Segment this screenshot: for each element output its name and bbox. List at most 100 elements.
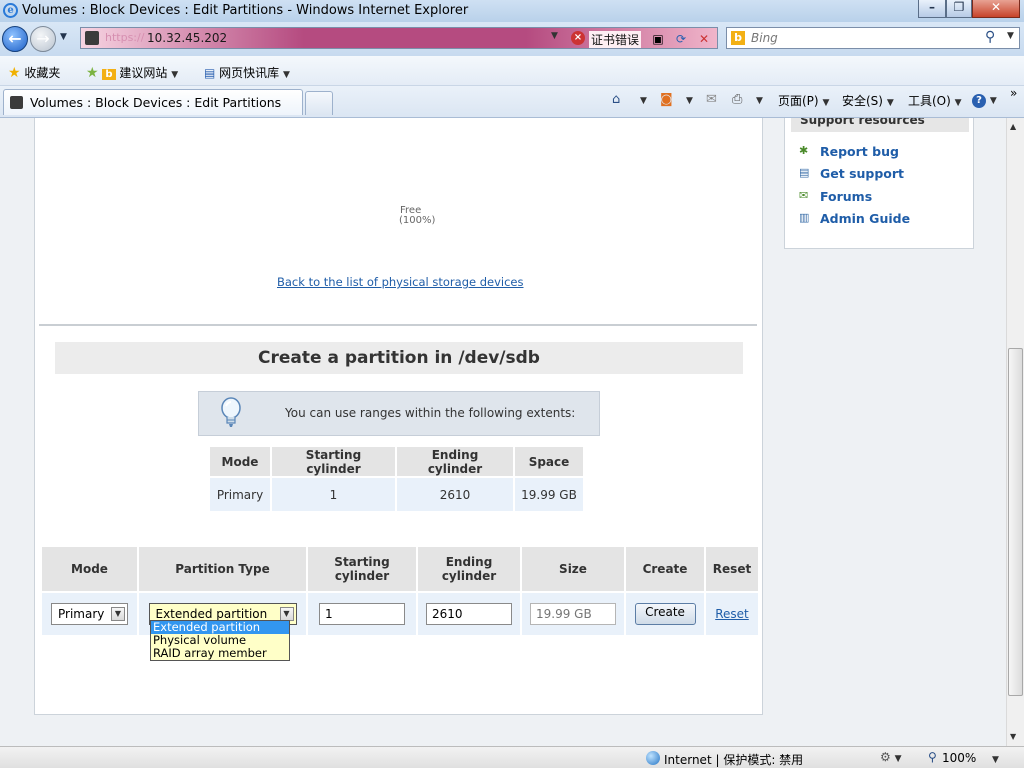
suggested-sites-label: 建议网站 bbox=[119, 66, 168, 80]
address-bar[interactable]: https:// 10.32.45.202 ▼ × 证书错误 ▣ ⟳ ✕ bbox=[80, 27, 718, 49]
add-favorite-icon: ★ bbox=[86, 65, 99, 81]
zoom-dropdown[interactable]: ▼ bbox=[992, 751, 999, 765]
close-window-button[interactable]: ✕ bbox=[972, 0, 1020, 18]
size-input[interactable] bbox=[530, 603, 616, 625]
partition-type-value: Extended partition bbox=[155, 607, 268, 621]
url-host: 10.32.45.202 bbox=[147, 31, 228, 45]
chevron-down-icon: ▼ bbox=[171, 70, 179, 80]
lock-error-icon[interactable]: × bbox=[571, 31, 585, 45]
feeds-icon[interactable]: ◙ bbox=[660, 92, 673, 107]
address-dropdown[interactable]: ▼ bbox=[551, 31, 558, 41]
safety-menu[interactable]: 安全(S) ▼ bbox=[842, 92, 894, 109]
security-zone[interactable]: Internet | 保护模式: 禁用 bbox=[664, 751, 803, 768]
print-icon[interactable]: ⎙ bbox=[732, 92, 742, 107]
scrollbar-thumb[interactable] bbox=[1008, 348, 1023, 696]
compatibility-view-icon[interactable]: ▣ bbox=[650, 31, 666, 47]
search-input[interactable]: Bing bbox=[751, 31, 778, 45]
extents-table: Mode Starting cylinder Ending cylinder S… bbox=[208, 445, 585, 513]
chevron-down-icon[interactable]: ▼ bbox=[279, 607, 294, 621]
mode-select[interactable]: Primary ▼ bbox=[51, 603, 128, 625]
chevron-down-icon: ▼ bbox=[822, 98, 830, 108]
favorites-label: 收藏夹 bbox=[24, 66, 61, 80]
create-button[interactable]: Create bbox=[634, 603, 696, 625]
certificate-error[interactable]: 证书错误 bbox=[589, 31, 642, 48]
column-header-create: Create bbox=[626, 547, 704, 591]
vertical-scrollbar[interactable]: ▲ ▼ bbox=[1006, 118, 1024, 746]
chevron-down-icon[interactable]: ▼ bbox=[111, 607, 125, 621]
search-options-dropdown[interactable]: ▼ bbox=[1007, 31, 1014, 41]
maximize-button[interactable]: ❐ bbox=[946, 0, 972, 18]
minimize-button[interactable]: – bbox=[918, 0, 946, 18]
recent-pages-dropdown[interactable]: ▼ bbox=[60, 32, 67, 42]
page-menu-label: 页面(P) bbox=[778, 94, 819, 108]
web-slice-gallery-button[interactable]: ▤ 网页快讯库 ▼ bbox=[204, 64, 290, 81]
cell-space: 19.99 GB bbox=[515, 478, 583, 511]
feeds-dropdown[interactable]: ▼ bbox=[686, 96, 693, 106]
starting-cylinder-input[interactable] bbox=[319, 603, 405, 625]
home-icon[interactable]: ⌂ bbox=[612, 92, 620, 107]
lightbulb-icon bbox=[221, 397, 241, 427]
zoom-level[interactable]: 100% bbox=[942, 751, 976, 765]
scroll-down-icon[interactable]: ▼ bbox=[1010, 732, 1016, 741]
reset-link[interactable]: Reset bbox=[715, 607, 749, 621]
help-menu[interactable]: ? ▼ bbox=[972, 92, 997, 108]
extents-hint: You can use ranges within the following … bbox=[198, 391, 600, 436]
home-dropdown[interactable]: ▼ bbox=[640, 96, 647, 106]
ending-cylinder-input[interactable] bbox=[426, 603, 512, 625]
cell-ending-cylinder bbox=[418, 593, 520, 635]
bing-icon: b bbox=[102, 69, 116, 80]
report-bug-link[interactable]: ✱ Report bug bbox=[799, 144, 899, 159]
admin-guide-link[interactable]: ▥ Admin Guide bbox=[799, 211, 911, 226]
column-header-starting-cylinder: Starting cylinder bbox=[308, 547, 416, 591]
scroll-up-icon[interactable]: ▲ bbox=[1010, 122, 1016, 131]
page-menu[interactable]: 页面(P) ▼ bbox=[778, 92, 829, 109]
favorites-button[interactable]: ★ 收藏夹 bbox=[8, 64, 60, 81]
get-support-link[interactable]: ▤ Get support bbox=[799, 166, 905, 181]
search-box[interactable]: b Bing ⚲ ▼ bbox=[726, 27, 1020, 49]
protected-mode-icon[interactable]: ⚙ ▼ bbox=[880, 750, 902, 764]
suggested-sites-button[interactable]: ★ b 建议网站 ▼ bbox=[86, 64, 178, 81]
support-resources-panel: Support resources ✱ Report bug ▤ Get sup… bbox=[784, 118, 974, 249]
chevron-down-icon: ▼ bbox=[954, 98, 962, 108]
help-icon: ? bbox=[972, 94, 986, 108]
cell-mode: Primary bbox=[210, 478, 270, 511]
tools-menu[interactable]: 工具(O) ▼ bbox=[908, 92, 962, 109]
print-dropdown[interactable]: ▼ bbox=[756, 96, 763, 106]
disk-usage-label: Free (100%) bbox=[399, 206, 435, 226]
back-button[interactable]: ← bbox=[2, 26, 28, 52]
zoom-icon[interactable]: ⚲ bbox=[928, 750, 937, 764]
cell-starting-cylinder bbox=[308, 593, 416, 635]
stop-icon[interactable]: ✕ bbox=[696, 31, 712, 47]
section-divider bbox=[39, 324, 757, 326]
new-tab-button[interactable] bbox=[305, 91, 333, 115]
column-header-mode: Mode bbox=[42, 547, 137, 591]
table-header-row: Mode Partition Type Starting cylinder En… bbox=[42, 547, 758, 591]
window-title: Volumes : Block Devices : Edit Partition… bbox=[22, 3, 469, 18]
cell-mode: Primary ▼ bbox=[42, 593, 137, 635]
chevron-down-icon: ▼ bbox=[989, 96, 997, 106]
option-raid-array-member[interactable]: RAID array member bbox=[151, 647, 289, 660]
forums-icon: ✉ bbox=[799, 189, 809, 202]
cell-ending-cylinder: 2610 bbox=[397, 478, 513, 511]
back-to-devices-link[interactable]: Back to the list of physical storage dev… bbox=[277, 275, 524, 289]
web-slice-icon: ▤ bbox=[204, 66, 216, 80]
refresh-icon[interactable]: ⟳ bbox=[673, 31, 689, 47]
forums-link[interactable]: ✉ Forums bbox=[799, 189, 872, 204]
partition-type-dropdown-list: Extended partition Physical volume RAID … bbox=[150, 620, 290, 661]
tab-edit-partitions[interactable]: Volumes : Block Devices : Edit Partition… bbox=[3, 89, 303, 115]
create-partition-heading: Create a partition in /dev/sdb bbox=[55, 342, 743, 374]
free-percent: (100%) bbox=[399, 215, 436, 226]
web-slice-label: 网页快讯库 bbox=[219, 66, 280, 80]
window-title-bar: e Volumes : Block Devices : Edit Partiti… bbox=[0, 0, 1024, 22]
search-icon[interactable]: ⚲ bbox=[985, 29, 995, 45]
more-commands-icon[interactable]: » bbox=[1010, 86, 1017, 100]
mail-icon[interactable]: ✉ bbox=[706, 92, 717, 107]
mode-select-value: Primary bbox=[58, 607, 105, 621]
column-header-space: Space bbox=[515, 447, 583, 476]
tab-title: Volumes : Block Devices : Edit Partition… bbox=[30, 95, 282, 110]
get-support-label: Get support bbox=[820, 166, 905, 181]
forward-button[interactable]: → bbox=[30, 26, 56, 52]
admin-guide-label: Admin Guide bbox=[820, 211, 911, 226]
partition-form-table: Mode Partition Type Starting cylinder En… bbox=[40, 545, 760, 637]
column-header-starting-cylinder: Starting cylinder bbox=[272, 447, 395, 476]
